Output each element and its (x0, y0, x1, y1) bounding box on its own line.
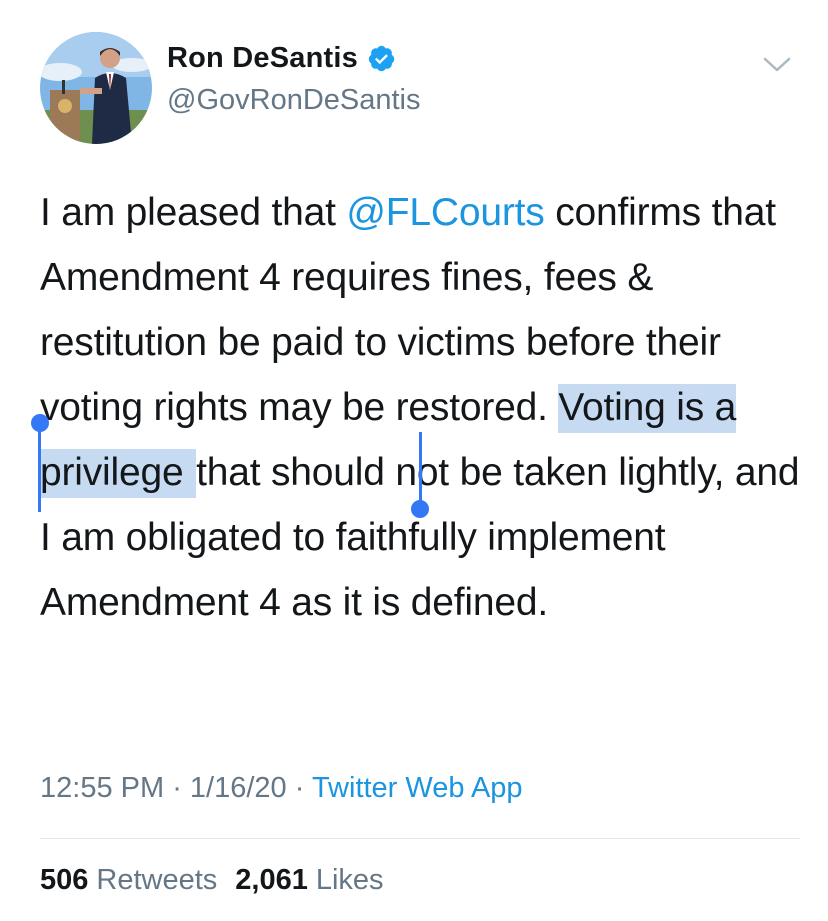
handle[interactable]: @GovRonDeSantis (167, 84, 421, 117)
retweets-count: 506 (40, 864, 89, 896)
retweets-stat[interactable]: 506 Retweets (40, 864, 217, 897)
retweets-label: Retweets (96, 864, 218, 896)
divider (40, 838, 800, 839)
more-button[interactable] (760, 48, 794, 82)
tweet-text[interactable]: I am pleased that @FLCourts confirms tha… (40, 180, 800, 635)
likes-count: 2,061 (235, 864, 308, 896)
mention-link[interactable]: @FLCourts (346, 191, 544, 234)
chevron-down-icon (763, 57, 791, 72)
meta-separator: · (164, 772, 190, 804)
display-name[interactable]: Ron DeSantis (167, 42, 358, 75)
tweet-time: 12:55 PM (40, 772, 165, 804)
tweet-meta: 12:55 PM · 1/16/20 · Twitter Web App (40, 772, 523, 805)
likes-stat[interactable]: 2,061 Likes (235, 864, 383, 897)
avatar[interactable] (40, 32, 152, 144)
profile-photo (40, 32, 152, 144)
likes-label: Likes (315, 864, 384, 896)
tweet-source-link[interactable]: Twitter Web App (312, 772, 523, 804)
meta-separator: · (286, 772, 312, 804)
tweet-date: 1/16/20 (189, 772, 287, 804)
tweet-text-segment: I am pleased that (40, 191, 347, 234)
verified-badge-icon (368, 45, 395, 72)
tweet-stats: 506 Retweets 2,061 Likes (40, 864, 384, 897)
